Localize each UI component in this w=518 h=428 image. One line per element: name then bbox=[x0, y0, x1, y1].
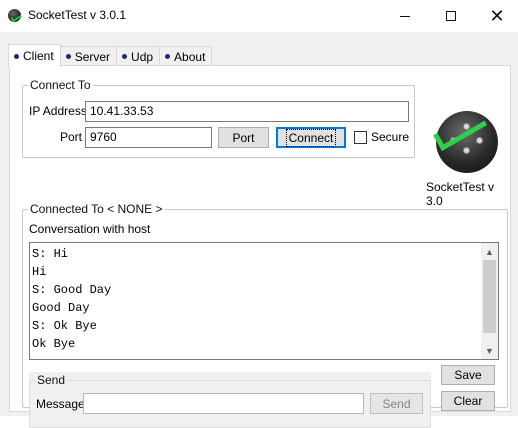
send-group-title: Send bbox=[35, 373, 68, 387]
maximize-icon bbox=[446, 11, 456, 21]
client-area: Client Server Udp About Connect To IP Ad… bbox=[0, 32, 518, 428]
message-label: Message bbox=[36, 397, 85, 411]
scroll-up-icon[interactable]: ▲ bbox=[481, 243, 498, 260]
conversation-line: Good Day bbox=[32, 301, 90, 315]
tab-about[interactable]: About bbox=[159, 46, 213, 66]
port-input[interactable]: 9760 bbox=[85, 127, 212, 148]
window-title: SocketTest v 3.0.1 bbox=[28, 8, 127, 22]
logo-dot bbox=[476, 137, 483, 144]
conversation-textarea[interactable]: S: Hi Hi S: Good Day Good Day S: Ok Bye … bbox=[29, 242, 499, 360]
message-input[interactable] bbox=[83, 393, 364, 414]
ip-address-label: IP Address bbox=[29, 104, 87, 118]
minimize-icon bbox=[400, 15, 410, 17]
port-button[interactable]: Port bbox=[218, 127, 269, 148]
tab-label: About bbox=[174, 49, 206, 64]
send-button-label: Send bbox=[382, 396, 411, 411]
conversation-line: S: Ok Bye bbox=[32, 319, 97, 333]
conversation-label: Conversation with host bbox=[29, 222, 151, 236]
tab-bullet-icon bbox=[65, 54, 71, 59]
scroll-down-icon[interactable]: ▼ bbox=[481, 342, 498, 359]
tab-strip: Client Server Udp About bbox=[8, 44, 213, 67]
send-group: Send Message Send bbox=[29, 373, 431, 428]
tab-label: Server bbox=[74, 49, 111, 64]
connect-button[interactable]: Connect bbox=[276, 127, 346, 148]
tab-client[interactable]: Client bbox=[8, 44, 61, 67]
minimize-button[interactable] bbox=[382, 0, 428, 32]
clear-button[interactable]: Clear bbox=[441, 391, 495, 411]
send-button[interactable]: Send bbox=[370, 393, 423, 414]
close-icon: ✕ bbox=[489, 6, 505, 26]
client-panel: Connect To IP Address 10.41.33.53 Port 9… bbox=[9, 65, 511, 428]
title-bar: SocketTest v 3.0.1 ✕ bbox=[0, 0, 518, 32]
tab-bullet-icon bbox=[14, 53, 19, 59]
conversation-line: Ok Bye bbox=[32, 337, 76, 351]
conversation-line: S: Good Day bbox=[32, 283, 112, 297]
ip-address-input[interactable]: 10.41.33.53 bbox=[85, 101, 409, 122]
tab-label: Udp bbox=[131, 49, 154, 64]
tab-bullet-icon bbox=[165, 54, 171, 59]
connect-button-label: Connect bbox=[285, 128, 337, 147]
close-button[interactable]: ✕ bbox=[474, 0, 518, 32]
socket-logo-icon bbox=[433, 109, 498, 173]
conversation-lines: S: Hi Hi S: Good Day Good Day S: Ok Bye … bbox=[30, 243, 498, 353]
secure-label: Secure bbox=[371, 130, 410, 144]
port-label: Port bbox=[60, 130, 83, 144]
maximize-button[interactable] bbox=[428, 0, 474, 32]
conversation-scrollbar[interactable]: ▲ ▼ bbox=[481, 243, 498, 359]
tab-server[interactable]: Server bbox=[59, 46, 118, 66]
connected-group: Connected To < NONE > Conversation with … bbox=[22, 202, 508, 428]
app-icon bbox=[8, 9, 21, 22]
logo-checkmark-icon bbox=[433, 109, 488, 151]
conversation-line: S: Hi bbox=[32, 247, 69, 261]
secure-checkbox[interactable] bbox=[354, 131, 367, 144]
port-button-label: Port bbox=[232, 130, 255, 145]
save-button-label: Save bbox=[454, 368, 482, 382]
conversation-line: Hi bbox=[32, 265, 47, 279]
connected-group-title: Connected To < NONE > bbox=[28, 202, 165, 216]
clear-button-label: Clear bbox=[453, 394, 483, 408]
tab-udp[interactable]: Udp bbox=[116, 46, 161, 66]
connect-group: Connect To IP Address 10.41.33.53 Port 9… bbox=[22, 78, 415, 158]
save-button[interactable]: Save bbox=[441, 365, 495, 385]
logo-caption: SocketTest v 3.0 bbox=[426, 180, 495, 208]
connect-group-title: Connect To bbox=[28, 78, 93, 92]
tab-bullet-icon bbox=[122, 54, 128, 59]
tab-label: Client bbox=[23, 49, 54, 63]
scroll-thumb[interactable] bbox=[483, 260, 496, 333]
logo-dot bbox=[463, 147, 470, 154]
